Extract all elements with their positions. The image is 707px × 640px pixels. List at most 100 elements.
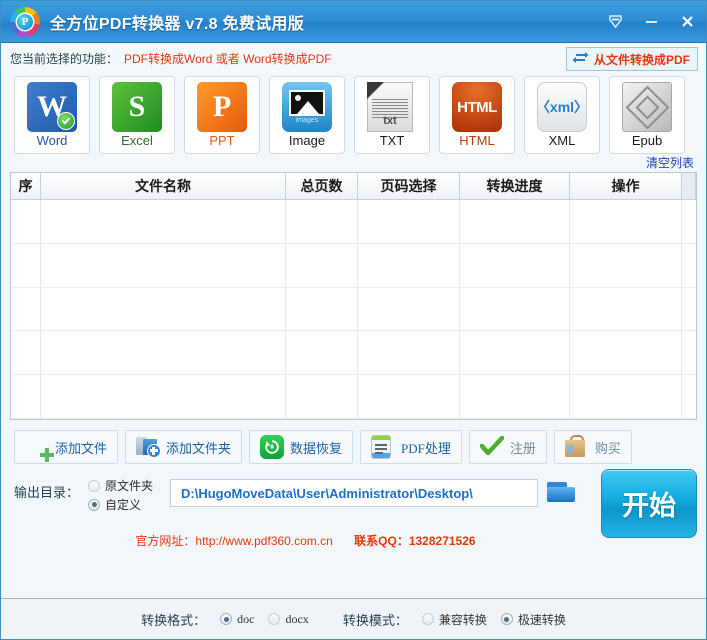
application-window: P 全方位PDF转换器 v7.8 免费试用版 您当前选择的功能： PDF转换成W…: [0, 0, 707, 640]
add-file-icon: [25, 435, 49, 459]
convert-format-group: 转换格式： doc docx: [141, 610, 309, 629]
radio-original-folder[interactable]: 原文件夹: [88, 476, 160, 495]
add-file-button[interactable]: 添加文件: [14, 430, 118, 464]
format-option-doc-radio[interactable]: [220, 613, 232, 625]
convert-mode-label: 转换模式：: [343, 610, 408, 629]
add-file-label: 添加文件: [55, 438, 107, 457]
convert-mode-group: 转换模式： 兼容转换 极速转换: [343, 610, 566, 629]
output-mode-radios: 原文件夹 自定义: [88, 476, 160, 514]
buy-label: 购买: [595, 438, 621, 457]
output-directory-label: 输出目录：: [14, 476, 88, 501]
column-header-spacer: [682, 173, 696, 199]
window-controls: [604, 1, 698, 42]
official-site[interactable]: 官方网址：http://www.pdf360.com.cn: [135, 534, 332, 548]
clear-list-link[interactable]: 清空列表: [646, 154, 694, 171]
check-icon: [480, 435, 504, 459]
format-button-image[interactable]: images Image: [269, 76, 345, 154]
output-path-input[interactable]: D:\HugoMoveData\User\Administrator\Deskt…: [170, 479, 538, 507]
table-body[interactable]: [11, 200, 696, 419]
word-icon: W: [27, 82, 77, 132]
app-logo-icon: P: [10, 7, 40, 37]
data-recover-icon: [260, 435, 284, 459]
output-path-value: D:\HugoMoveData\User\Administrator\Deskt…: [181, 486, 473, 501]
data-recover-button[interactable]: 数据恢复: [249, 430, 353, 464]
format-label-xml: XML: [549, 133, 576, 148]
from-file-to-pdf-label: 从文件转换成PDF: [594, 51, 690, 68]
contact-info: 官方网址：http://www.pdf360.com.cn 联系QQ：13282…: [0, 532, 658, 549]
image-icon: images: [282, 82, 332, 132]
ppt-icon: P: [197, 82, 247, 132]
radio-original-folder-button[interactable]: [88, 480, 100, 492]
function-bar: 您当前选择的功能： PDF转换成Word 或者 Word转换成PDF 从文件转换…: [1, 43, 706, 73]
column-header-pages: 总页数: [286, 173, 358, 199]
file-list-table: 序 文件名称 总页数 页码选择 转换进度 操作: [10, 172, 697, 420]
column-header-action: 操作: [570, 173, 682, 199]
add-folder-icon: [136, 435, 160, 459]
column-header-pagesel: 页码选择: [358, 173, 460, 199]
folder-browse-icon[interactable]: [547, 482, 577, 506]
register-label: 注册: [510, 438, 536, 457]
pdf-process-button[interactable]: PDF处理: [360, 430, 462, 464]
radio-custom-folder-label: 自定义: [105, 496, 141, 513]
html-icon: HTML: [452, 82, 502, 132]
window-title: 全方位PDF转换器 v7.8 免费试用版: [50, 10, 304, 34]
format-label-image: Image: [289, 133, 325, 148]
add-folder-button[interactable]: 添加文件夹: [125, 430, 242, 464]
format-option-docx[interactable]: docx: [268, 612, 308, 627]
format-button-txt[interactable]: txt TXT: [354, 76, 430, 154]
mode-option-compatible-label: 兼容转换: [439, 611, 487, 628]
buy-button[interactable]: 购买: [554, 430, 632, 464]
close-icon[interactable]: [676, 11, 698, 33]
collapse-icon[interactable]: [604, 11, 626, 33]
table-header: 序 文件名称 总页数 页码选择 转换进度 操作: [11, 173, 696, 200]
format-label-epub: Epub: [632, 133, 662, 148]
mode-option-fast[interactable]: 极速转换: [501, 611, 566, 628]
contact-qq: 联系QQ：1328271526: [354, 534, 475, 548]
title-bar: P 全方位PDF转换器 v7.8 免费试用版: [1, 1, 706, 43]
format-option-doc[interactable]: doc: [220, 612, 254, 627]
format-button-ppt[interactable]: P PPT: [184, 76, 260, 154]
format-button-xml[interactable]: 〈xml〉 XML: [524, 76, 600, 154]
data-recover-label: 数据恢复: [290, 438, 342, 457]
radio-custom-folder-button[interactable]: [88, 499, 100, 511]
column-header-progress: 转换进度: [460, 173, 570, 199]
pdf-process-icon: [371, 435, 395, 459]
format-label-ppt: PPT: [209, 133, 234, 148]
swap-arrows-icon: [572, 51, 589, 67]
function-value: PDF转换成Word 或者 Word转换成PDF: [124, 50, 332, 67]
radio-custom-folder[interactable]: 自定义: [88, 495, 160, 514]
minimize-icon[interactable]: [640, 11, 662, 33]
function-label: 您当前选择的功能：: [10, 50, 118, 67]
format-label-html: HTML: [459, 133, 494, 148]
app-logo-letter: P: [17, 14, 33, 30]
format-button-html[interactable]: HTML HTML: [439, 76, 515, 154]
format-option-docx-radio[interactable]: [268, 613, 280, 625]
mode-option-fast-radio[interactable]: [501, 613, 513, 625]
format-button-epub[interactable]: Epub: [609, 76, 685, 154]
format-option-doc-label: doc: [237, 612, 254, 627]
format-label-word: Word: [37, 133, 68, 148]
format-label-txt: TXT: [380, 133, 405, 148]
format-label-excel: Excel: [121, 133, 153, 148]
selected-check-icon: [57, 112, 75, 130]
format-buttons: W Word S Excel P PPT images Image: [1, 73, 706, 154]
table-column-dividers: [11, 200, 696, 419]
txt-icon: txt: [367, 82, 417, 132]
format-button-excel[interactable]: S Excel: [99, 76, 175, 154]
footer-settings: 转换格式： doc docx 转换模式： 兼容转换 极速转换: [1, 598, 706, 639]
format-option-docx-label: docx: [285, 612, 308, 627]
action-toolbar: 添加文件 添加文件夹 数据恢复 PDF处理: [1, 420, 706, 464]
add-folder-label: 添加文件夹: [166, 438, 231, 457]
epub-icon: [622, 82, 672, 132]
register-button[interactable]: 注册: [469, 430, 547, 464]
format-button-word[interactable]: W Word: [14, 76, 90, 154]
mode-option-compatible-radio[interactable]: [422, 613, 434, 625]
column-header-index: 序: [11, 173, 41, 199]
output-directory-row: 输出目录： 原文件夹 自定义 D:\HugoMoveData\User\Admi…: [1, 464, 706, 538]
shopping-bag-icon: [565, 435, 589, 459]
start-button-label: 开始: [622, 484, 676, 523]
mode-option-compatible[interactable]: 兼容转换: [422, 611, 487, 628]
start-button[interactable]: 开始: [601, 469, 697, 538]
xml-icon: 〈xml〉: [537, 82, 587, 132]
from-file-to-pdf-button[interactable]: 从文件转换成PDF: [566, 47, 698, 71]
